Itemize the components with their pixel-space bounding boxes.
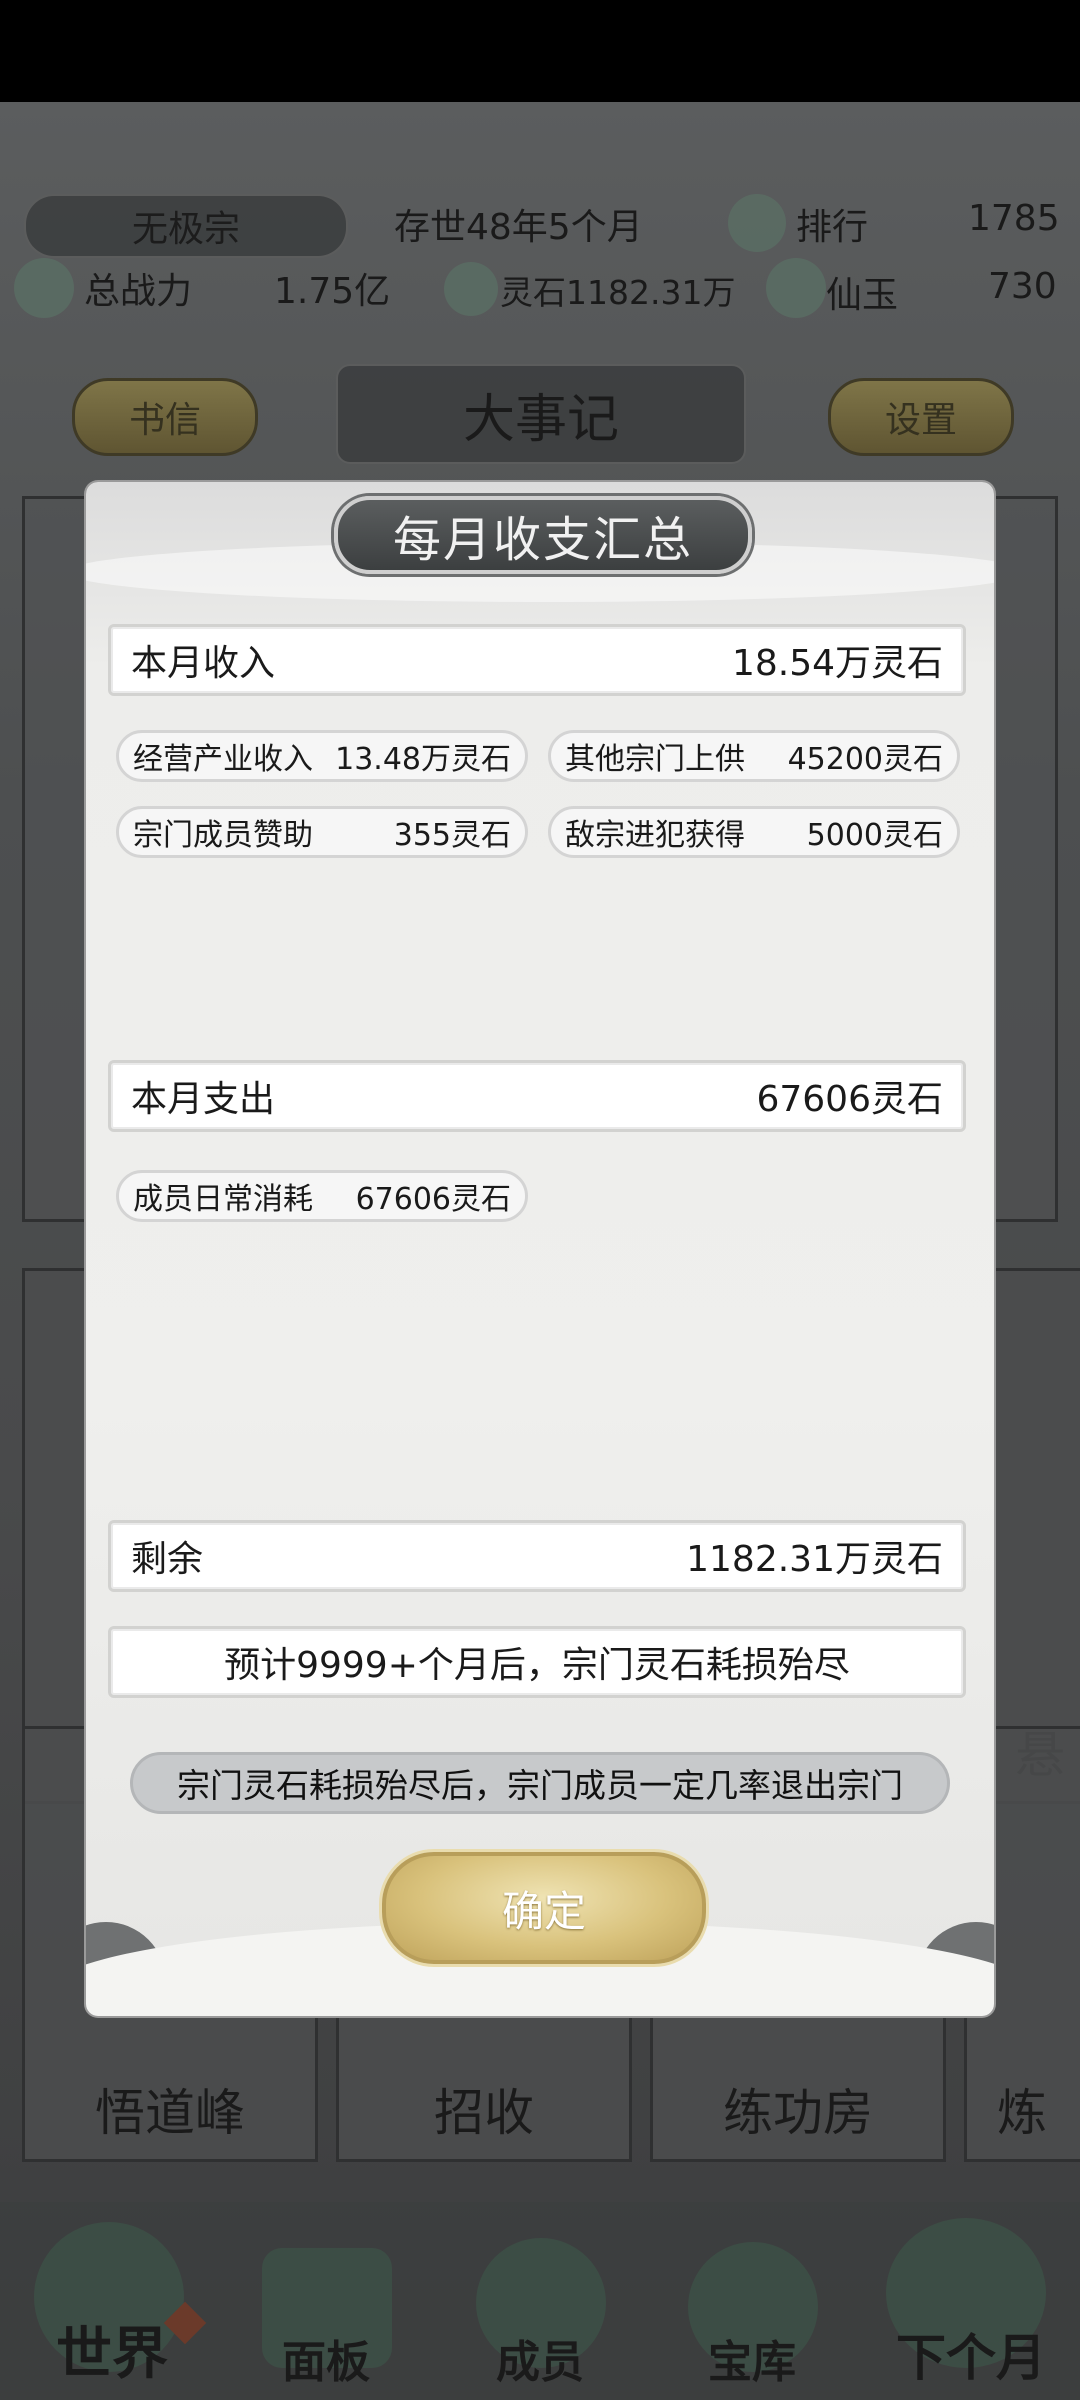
- warning-text: 宗门灵石耗损殆尽后，宗门成员一定几率退出宗门: [177, 1766, 903, 1805]
- monthly-summary-dialog: 每月收支汇总 本月收入 18.54万灵石 经营产业收入 13.48万灵石 其他宗…: [86, 482, 994, 2016]
- rank-label: 排行: [796, 207, 869, 248]
- income-item-value: 13.48万灵石: [335, 742, 511, 777]
- rank-icon: [728, 194, 786, 252]
- bottom-nav: 世界 面板 成员 宝库 下个月: [0, 2202, 1080, 2400]
- power-label: 总战力: [84, 271, 193, 312]
- forecast-row: 预计9999+个月后，宗门灵石耗损殆尽: [108, 1626, 966, 1698]
- building-label: 招收: [434, 2084, 534, 2142]
- expense-label: 本月支出: [131, 1079, 276, 1120]
- rank-value: 1785: [968, 198, 1060, 239]
- nav-world[interactable]: 世界: [56, 2309, 168, 2390]
- jade-icon: [766, 258, 826, 318]
- sect-name-plate: 无极宗: [24, 194, 348, 258]
- dialog-title: 每月收支汇总: [334, 496, 752, 574]
- confirm-label: 确定: [501, 1886, 586, 1936]
- power-value: 1.75亿: [274, 271, 391, 312]
- expense-item-value: 67606灵石: [355, 1182, 511, 1217]
- settings-button[interactable]: 设置: [828, 378, 1014, 456]
- events-button[interactable]: 大事记: [336, 364, 746, 464]
- income-item-label: 敌宗进犯获得: [565, 818, 745, 853]
- warning-note: 宗门灵石耗损殆尽后，宗门成员一定几率退出宗门: [130, 1752, 950, 1814]
- jade-value: 730: [988, 266, 1057, 307]
- building-label: 练功房: [723, 2084, 873, 2142]
- expense-total-row: 本月支出 67606灵石: [108, 1060, 966, 1132]
- spirit-stone-value: 灵石1182.31万: [500, 273, 736, 312]
- remaining-label: 剩余: [131, 1539, 204, 1580]
- remaining-value: 1182.31万灵石: [686, 1539, 943, 1580]
- sect-name: 无极宗: [131, 209, 240, 250]
- expense-item-label: 成员日常消耗: [133, 1182, 313, 1217]
- events-label: 大事记: [462, 389, 619, 450]
- status-bar: [0, 0, 1080, 102]
- spirit-stone-icon: [444, 262, 498, 316]
- expense-value: 67606灵石: [756, 1079, 943, 1120]
- income-item-value: 45200灵石: [787, 742, 943, 777]
- income-item: 其他宗门上供 45200灵石: [548, 730, 960, 782]
- expense-item: 成员日常消耗 67606灵石: [116, 1170, 528, 1222]
- income-value: 18.54万灵石: [731, 643, 943, 684]
- nav-members[interactable]: 成员: [496, 2326, 584, 2390]
- letters-button[interactable]: 书信: [72, 378, 258, 456]
- income-item-value: 5000灵石: [806, 818, 943, 853]
- building-label: 悟道峰: [95, 2084, 245, 2142]
- letters-label: 书信: [128, 400, 201, 441]
- income-item: 敌宗进犯获得 5000灵石: [548, 806, 960, 858]
- income-item-value: 355灵石: [393, 818, 511, 853]
- nav-treasury[interactable]: 宝库: [708, 2326, 796, 2390]
- sect-age: 存世48年5个月: [394, 207, 643, 248]
- settings-label: 设置: [884, 400, 957, 441]
- confirm-button[interactable]: 确定: [382, 1852, 706, 1964]
- nav-panel[interactable]: 面板: [282, 2326, 370, 2390]
- forecast-text: 预计9999+个月后，宗门灵石耗损殆尽: [224, 1645, 850, 1686]
- building-card-right[interactable]: 悬: [986, 1268, 1080, 1804]
- remaining-row: 剩余 1182.31万灵石: [108, 1520, 966, 1592]
- income-item-label: 其他宗门上供: [565, 742, 745, 777]
- building-label: 炼: [997, 2084, 1047, 2142]
- income-item: 经营产业收入 13.48万灵石: [116, 730, 528, 782]
- power-icon: [14, 258, 74, 318]
- income-item: 宗门成员赞助 355灵石: [116, 806, 528, 858]
- nav-next-month[interactable]: 下个月: [896, 2318, 1046, 2390]
- income-label: 本月收入: [131, 643, 276, 684]
- income-item-label: 宗门成员赞助: [133, 818, 313, 853]
- income-total-row: 本月收入 18.54万灵石: [108, 624, 966, 696]
- income-item-label: 经营产业收入: [133, 742, 313, 777]
- jade-label: 仙玉: [826, 275, 899, 316]
